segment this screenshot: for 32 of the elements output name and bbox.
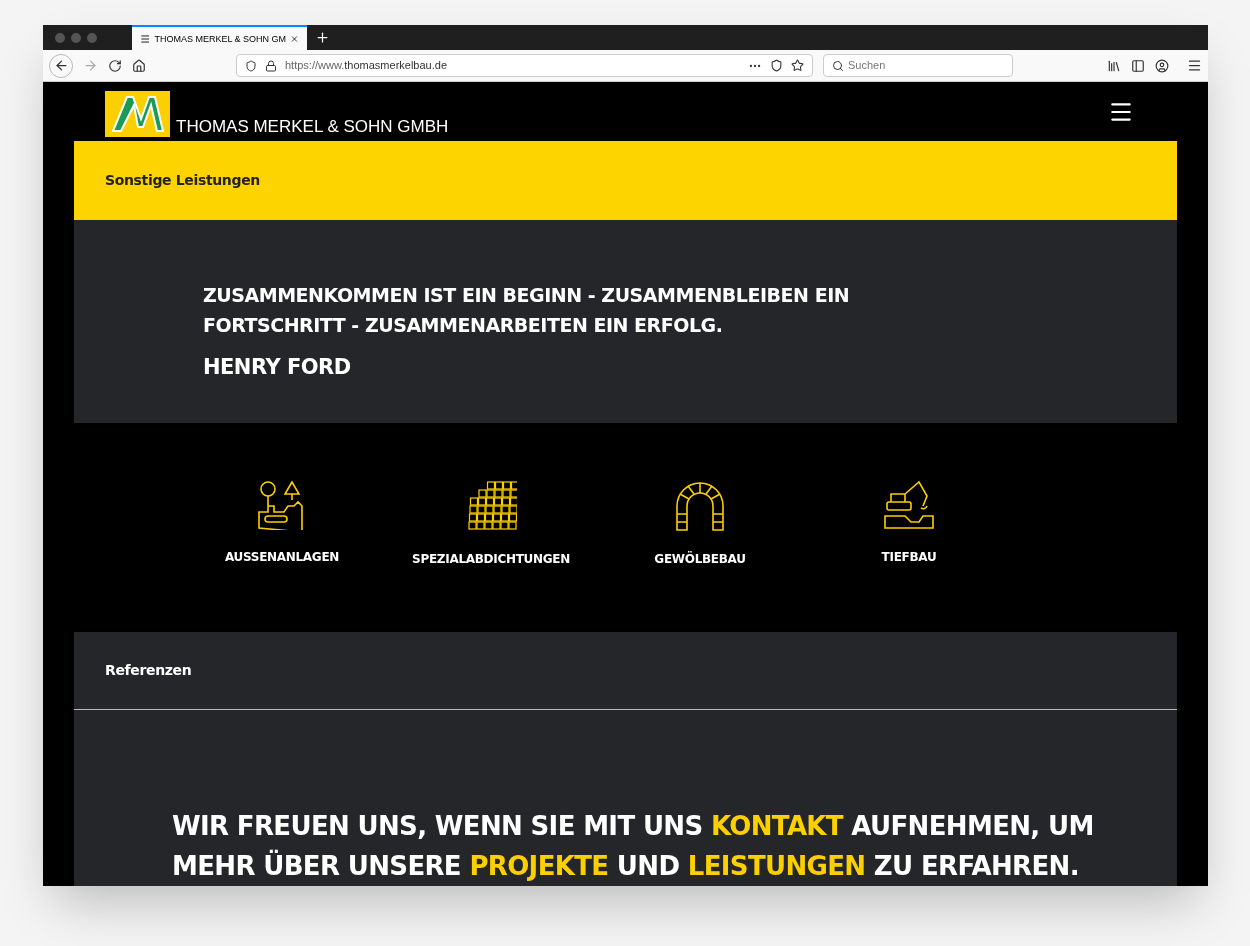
- quote-author: HENRY FORD: [203, 353, 352, 381]
- quote-text: ZUSAMMENKOMMEN IST EIN BEGINN - ZUSAMMENBLEIBEN EIN FORTSCHRITT - ZUSAMMENARBEITEN EIN ERFOLG.: [203, 282, 851, 338]
- service-label[interactable]: SPEZIALABDICHTUNGEN: [412, 549, 570, 568]
- shield-icon: [245, 59, 257, 72]
- excavator-icon: [883, 479, 935, 530]
- search-field[interactable]: Suchen: [823, 54, 1013, 77]
- company-name: THOMAS MERKEL & SOHN GMBH: [176, 117, 449, 135]
- account-icon[interactable]: [1155, 58, 1169, 73]
- lock-icon: [265, 59, 277, 72]
- contact-headline: WIR FREUEN UNS, WENN SIE MIT UNS KONTAKT AUFNEHMEN, UM: [172, 810, 1094, 843]
- bookmark-star-icon[interactable]: [791, 59, 804, 72]
- tab-title: THOMAS MERKEL & SOHN GM: [154, 32, 287, 45]
- service-label[interactable]: GEWÖLBEBAU: [654, 549, 746, 568]
- browser-tab[interactable]: THOMAS MERKEL & SOHN GM: [132, 25, 307, 50]
- url-text: https://www.thomasmerkelbau.de: [285, 58, 448, 74]
- service-label[interactable]: AUSSENANLAGEN: [224, 547, 340, 566]
- references-title: Referenzen: [105, 660, 192, 680]
- menu-icon[interactable]: [1187, 58, 1202, 73]
- logo-icon: [105, 90, 170, 137]
- service-label[interactable]: TIEFBAU: [881, 547, 937, 566]
- banner-title: Sonstige Leistungen: [105, 170, 260, 190]
- tiles-icon: [465, 479, 517, 532]
- library-icon[interactable]: [1107, 58, 1121, 73]
- contact-headline: MEHR ÜBER UNSERE PROJEKTE UND LEISTUNGEN ZU ERFAHREN.: [172, 848, 1079, 883]
- arch-icon: [674, 479, 726, 532]
- search-icon: [832, 59, 844, 72]
- new-tab-icon[interactable]: [315, 30, 330, 45]
- sidebar-icon[interactable]: [1131, 58, 1145, 73]
- search-placeholder: Suchen: [848, 58, 886, 74]
- home-icon[interactable]: [132, 58, 146, 73]
- reload-icon[interactable]: [108, 58, 122, 73]
- url-field[interactable]: https://www.thomasmerkelbau.de: [236, 54, 813, 77]
